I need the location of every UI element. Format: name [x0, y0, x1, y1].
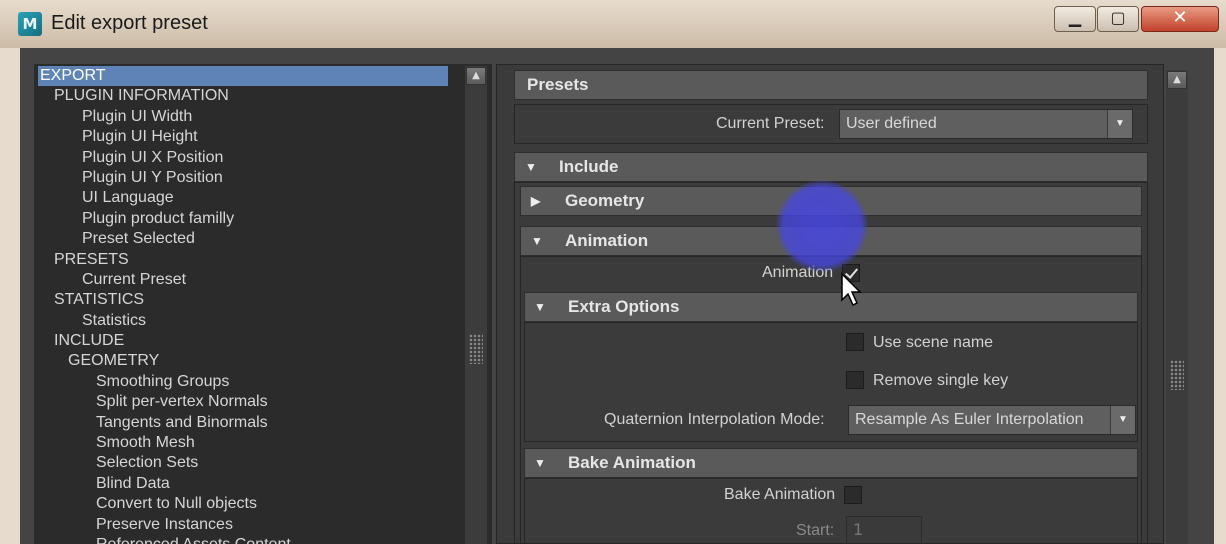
current-preset-label: Current Preset: [716, 115, 825, 132]
tree-item[interactable]: Statistics [38, 311, 448, 331]
scroll-grip-icon[interactable] [469, 334, 483, 364]
chevron-down-icon: ▼ [1107, 110, 1132, 138]
animation-header-label: Animation [565, 231, 649, 250]
maximize-button[interactable]: ▢ [1097, 6, 1139, 32]
window-title: Edit export preset [51, 12, 208, 34]
tree-item[interactable]: Convert to Null objects [38, 494, 448, 514]
tree-item[interactable]: Split per-vertex Normals [38, 392, 448, 412]
tree-item[interactable]: Current Preset [38, 270, 448, 290]
remove-single-key-checkbox[interactable] [846, 371, 864, 389]
minimize-button[interactable]: ▁ [1054, 6, 1096, 32]
tree-item[interactable]: Preserve Instances [38, 515, 448, 535]
tree-item[interactable]: PRESETS [38, 250, 448, 270]
tree-item[interactable]: Plugin UI X Position [38, 148, 448, 168]
maximize-icon: ▢ [1110, 8, 1126, 27]
use-scene-name-checkbox[interactable] [846, 333, 864, 351]
quaternion-mode-dropdown[interactable]: Resample As Euler Interpolation ▼ [848, 405, 1136, 435]
tree-scrollbar[interactable]: ▲ [465, 66, 487, 544]
close-icon: ✕ [1172, 7, 1188, 28]
scroll-up-arrow-icon[interactable]: ▲ [466, 67, 486, 85]
presets-section-header[interactable]: Presets [514, 70, 1148, 100]
include-section-header[interactable]: ▼ Include [514, 152, 1148, 182]
triangle-right-icon: ▶ [531, 194, 541, 208]
triangle-down-icon: ▼ [525, 160, 537, 174]
tree-item[interactable]: Preset Selected [38, 229, 448, 249]
scroll-grip-icon[interactable] [1170, 360, 1184, 390]
click-highlight [776, 180, 868, 272]
quaternion-mode-value: Resample As Euler Interpolation [855, 411, 1084, 428]
tree-item[interactable]: Plugin UI Width [38, 107, 448, 127]
tree-item[interactable]: EXPORT [38, 66, 448, 87]
options-scrollbar[interactable]: ▲ [1166, 70, 1188, 544]
tree-item[interactable]: Plugin UI Height [38, 127, 448, 147]
settings-tree-panel: EXPORT PLUGIN INFORMATION Plugin UI Width P… [34, 64, 492, 544]
current-preset-value: User defined [846, 115, 937, 132]
triangle-down-icon: ▼ [534, 456, 546, 470]
triangle-down-icon: ▼ [531, 234, 543, 248]
extra-options-header-label: Extra Options [568, 297, 680, 316]
bake-start-field[interactable]: 1 [846, 516, 922, 544]
tree-item[interactable]: Plugin product familly [38, 209, 448, 229]
use-scene-name-label: Use scene name [873, 334, 994, 351]
bake-animation-header-label: Bake Animation [568, 453, 696, 472]
tree-item[interactable]: PLUGIN INFORMATION [38, 86, 448, 106]
tree-item[interactable]: Referenced Assets Content [38, 535, 448, 544]
tree-item[interactable]: Smooth Mesh [38, 433, 448, 453]
presets-header-label: Presets [527, 75, 589, 94]
minimize-icon: ▁ [1068, 8, 1082, 27]
mouse-cursor-icon [841, 272, 862, 307]
remove-single-key-label: Remove single key [873, 372, 1009, 389]
scroll-up-arrow-icon[interactable]: ▲ [1167, 71, 1187, 89]
geometry-header-label: Geometry [565, 191, 645, 210]
current-preset-dropdown[interactable]: User defined ▼ [839, 109, 1133, 139]
extra-options-section-header[interactable]: ▼ Extra Options [524, 292, 1138, 322]
tree-item[interactable]: GEOMETRY [38, 351, 448, 371]
tree-item[interactable]: Blind Data [38, 474, 448, 494]
export-preset-window: M Edit export preset ▁ ▢ ✕ EXPORT PLUGIN … [0, 0, 1226, 544]
maya-app-icon: M [18, 12, 42, 36]
tree-item[interactable]: INCLUDE [38, 331, 448, 351]
window-frame-left [0, 48, 20, 544]
triangle-down-icon: ▼ [534, 300, 546, 314]
close-button[interactable]: ✕ [1141, 6, 1219, 32]
tree-item[interactable]: Tangents and Binormals [38, 413, 448, 433]
settings-tree: EXPORT PLUGIN INFORMATION Plugin UI Width P… [38, 66, 448, 544]
bake-animation-section-header[interactable]: ▼ Bake Animation [524, 448, 1138, 478]
tree-item[interactable]: Plugin UI Y Position [38, 168, 448, 188]
tree-item[interactable]: Smoothing Groups [38, 372, 448, 392]
chevron-down-icon: ▼ [1110, 406, 1135, 434]
tree-item[interactable]: Selection Sets [38, 453, 448, 473]
title-bar: M Edit export preset ▁ ▢ ✕ [0, 0, 1226, 48]
bake-animation-checkbox[interactable] [844, 486, 862, 504]
window-frame-right [1214, 48, 1226, 544]
bake-animation-label: Bake Animation [724, 486, 836, 503]
quaternion-mode-label: Quaternion Interpolation Mode: [604, 411, 825, 428]
include-header-label: Include [559, 157, 619, 176]
tree-item[interactable]: UI Language [38, 188, 448, 208]
tree-item[interactable]: STATISTICS [38, 290, 448, 310]
bake-start-label: Start: [796, 522, 835, 539]
dialog-client-area: EXPORT PLUGIN INFORMATION Plugin UI Width P… [20, 48, 1214, 544]
